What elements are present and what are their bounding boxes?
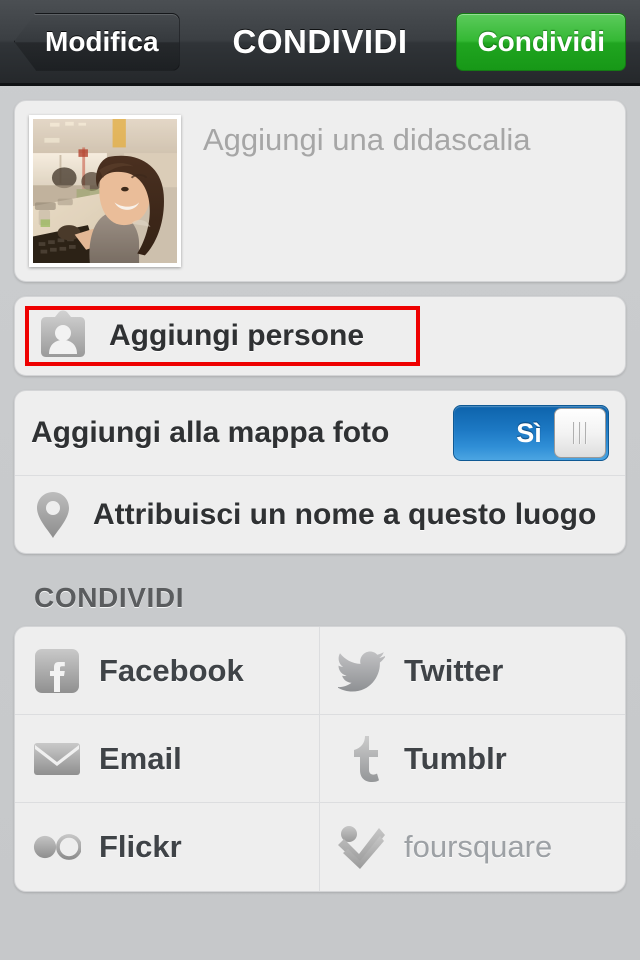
content-area: Aggiungi una didascalia Aggiungi persone… — [0, 86, 640, 892]
tumblr-icon — [338, 735, 386, 783]
share-service-label: Twitter — [404, 652, 504, 688]
knob-groove — [573, 422, 575, 444]
photo-map-label: Aggiungi alla mappa foto — [31, 416, 390, 449]
twitter-icon — [338, 647, 386, 695]
share-button-label: Condividi — [477, 25, 605, 57]
share-service-tumblr[interactable]: Tumblr — [320, 715, 625, 803]
add-people-label: Aggiungi persone — [109, 319, 364, 352]
toggle-knob[interactable] — [554, 408, 606, 458]
caption-row[interactable]: Aggiungi una didascalia — [15, 101, 625, 281]
foursquare-icon — [338, 823, 386, 871]
share-service-flickr[interactable]: Flickr — [15, 803, 320, 891]
photo-map-row[interactable]: Aggiungi alla mappa foto Sì — [15, 391, 625, 475]
email-icon — [33, 735, 81, 783]
share-service-email[interactable]: Email — [15, 715, 320, 803]
share-service-facebook[interactable]: Facebook — [15, 627, 320, 715]
share-service-label: Tumblr — [404, 740, 507, 776]
back-button[interactable]: Modifica — [14, 12, 180, 71]
name-location-row[interactable]: Attribuisci un nome a questo luogo — [15, 475, 625, 553]
share-button[interactable]: Condividi — [456, 12, 626, 71]
share-service-label: Email — [99, 740, 182, 776]
flickr-icon — [33, 823, 81, 871]
person-badge-icon — [37, 310, 89, 362]
share-service-label: foursquare — [404, 829, 553, 864]
caption-input[interactable]: Aggiungi una didascalia — [181, 115, 611, 158]
knob-groove — [579, 422, 581, 444]
share-section-header: CONDIVIDI — [34, 582, 185, 613]
photo-thumbnail-image — [33, 119, 177, 263]
share-service-twitter[interactable]: Twitter — [320, 627, 625, 715]
name-location-label: Attribuisci un nome a questo luogo — [93, 497, 597, 531]
photo-map-toggle[interactable]: Sì — [453, 405, 609, 461]
share-services-grid: Facebook Twitter Email Tumblr Flickr fou… — [15, 627, 625, 891]
map-pin-icon — [31, 489, 75, 541]
navigation-bar: Modifica CONDIVIDI Condividi — [0, 0, 640, 86]
facebook-icon — [33, 647, 81, 695]
share-service-label: Flickr — [99, 829, 182, 864]
knob-groove — [585, 422, 587, 444]
add-people-card: Aggiungi persone — [14, 296, 626, 376]
share-service-label: Facebook — [99, 652, 244, 688]
back-button-label: Modifica — [45, 25, 159, 57]
share-service-foursquare[interactable]: foursquare — [320, 803, 625, 891]
share-screen: Modifica CONDIVIDI Condividi Aggiungi un… — [0, 0, 640, 960]
add-people-row[interactable]: Aggiungi persone — [15, 297, 625, 375]
photo-thumbnail[interactable] — [29, 115, 181, 267]
share-services-card: Facebook Twitter Email Tumblr Flickr fou… — [14, 626, 626, 892]
caption-card: Aggiungi una didascalia — [14, 100, 626, 282]
photo-map-card: Aggiungi alla mappa foto Sì Attribuisci … — [14, 390, 626, 554]
